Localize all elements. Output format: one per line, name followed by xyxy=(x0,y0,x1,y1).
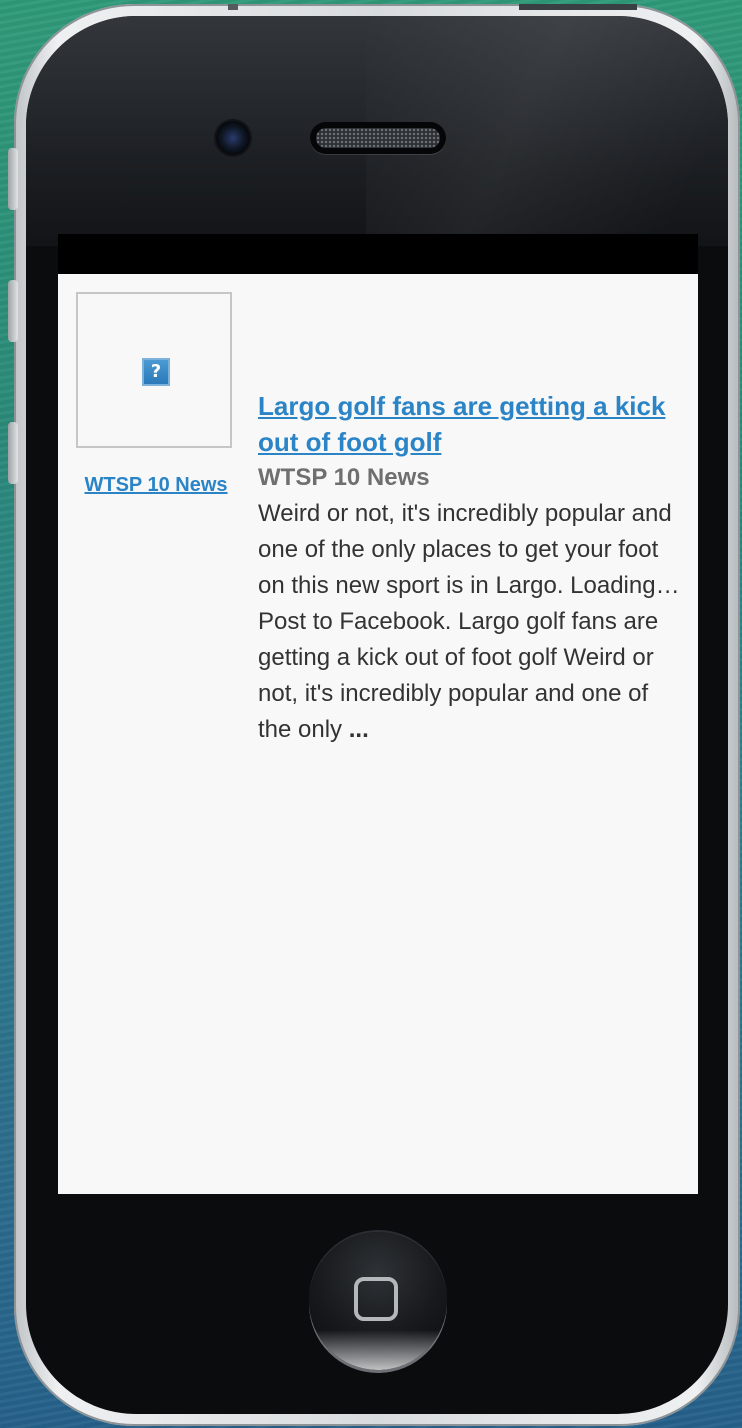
broken-image-icon: ? xyxy=(142,358,170,386)
front-camera-icon xyxy=(216,121,250,155)
article-source: WTSP 10 News xyxy=(258,464,430,491)
earpiece-speaker xyxy=(310,122,446,154)
home-button[interactable] xyxy=(309,1232,447,1370)
snippet-ellipsis: ... xyxy=(348,716,369,743)
source-link[interactable]: WTSP 10 News xyxy=(76,474,236,497)
article-snippet: Weird or not, it's incredibly popular an… xyxy=(258,496,686,748)
article-thumbnail[interactable]: ? xyxy=(76,292,232,448)
home-square-icon xyxy=(354,1277,398,1321)
article-item: Largo golf fans are getting a kick out o… xyxy=(258,388,686,748)
phone-screen: ? WTSP 10 News Largo golf fans are getti… xyxy=(58,234,698,1194)
volume-down-button xyxy=(8,422,18,484)
power-button xyxy=(228,4,238,10)
mute-switch xyxy=(8,148,18,210)
sleep-button xyxy=(519,4,637,10)
volume-up-button xyxy=(8,280,18,342)
article-title-link[interactable]: Largo golf fans are getting a kick out o… xyxy=(258,388,686,460)
article-snippet-text: Weird or not, it's incredibly popular an… xyxy=(258,500,680,743)
status-bar xyxy=(58,234,698,274)
